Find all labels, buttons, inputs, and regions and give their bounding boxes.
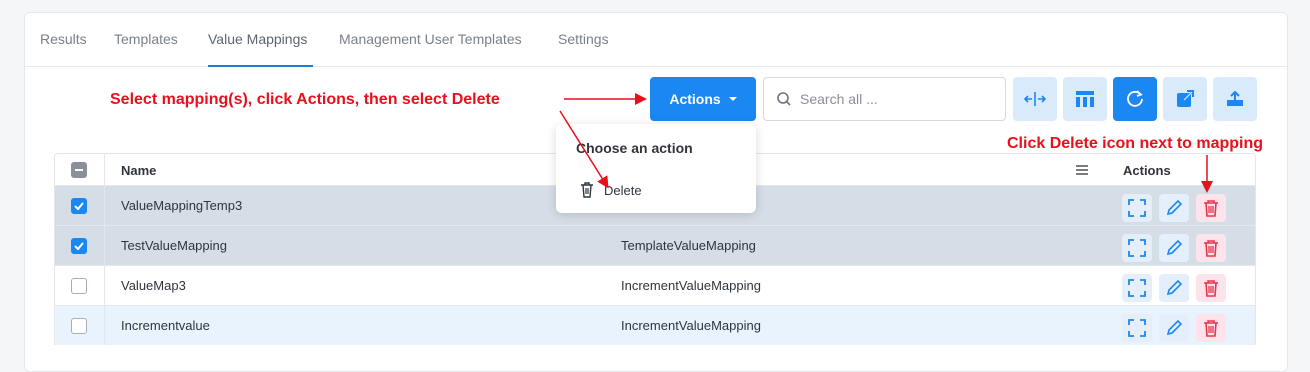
annotation-arrows: [559, 93, 1213, 193]
arrow-to-delete-item: [559, 110, 609, 189]
